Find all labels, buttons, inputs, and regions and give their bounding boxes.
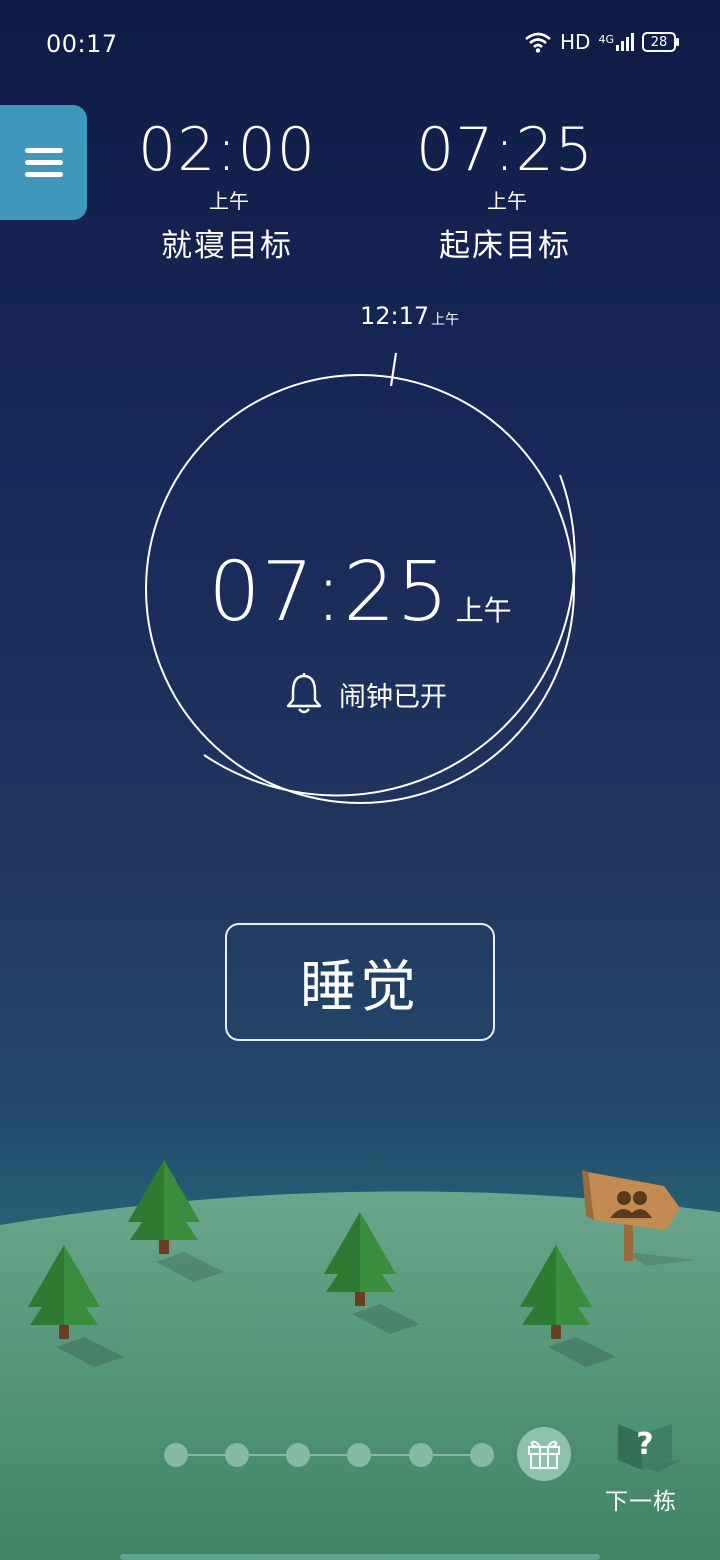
question-building-icon[interactable]: ? [608, 1410, 682, 1474]
status-icons: HD 4G 28 [524, 30, 679, 54]
gift-button[interactable] [517, 1427, 571, 1481]
alarm-time-ampm: 上午 [455, 594, 512, 627]
alarm-time[interactable]: 07:25 上午 [200, 545, 520, 640]
progress-line [174, 1454, 494, 1456]
signal-icon: 4G [598, 33, 634, 51]
battery-icon: 28 [642, 32, 679, 52]
battery-level: 28 [650, 34, 668, 50]
bedtime-goal[interactable]: 02:00 上午 就寝目标 [127, 115, 327, 265]
gift-icon [528, 1440, 560, 1469]
wake-goal[interactable]: 07:25 上午 起床目标 [405, 115, 605, 265]
menu-button[interactable] [0, 105, 87, 220]
wake-goal-time: 07:25 [416, 115, 594, 185]
bottom-panel-edge [120, 1554, 600, 1560]
sleep-button[interactable]: 睡觉 [225, 923, 495, 1041]
svg-text:?: ? [636, 1427, 653, 1462]
progress-dot [286, 1443, 310, 1467]
current-time-ampm: 上午 [431, 312, 460, 328]
alarm-status[interactable]: 闹钟已开 [285, 672, 447, 716]
signal-type: 4G [598, 33, 614, 46]
network-type: HD [560, 30, 591, 54]
current-time: 12:17 上午 [360, 302, 459, 330]
progress-dot [347, 1443, 371, 1467]
weekly-progress [160, 1425, 580, 1485]
progress-dot [409, 1443, 433, 1467]
progress-dot [225, 1443, 249, 1467]
current-time-value: 12:17 [360, 302, 430, 330]
wake-goal-ampm: 上午 [487, 189, 527, 213]
alarm-status-text: 闹钟已开 [339, 681, 447, 713]
bell-icon [286, 673, 322, 714]
bedtime-goal-ampm: 上午 [209, 189, 249, 213]
status-time: 00:17 [46, 30, 118, 58]
bedtime-goal-label: 就寝目标 [161, 228, 293, 264]
wifi-icon [525, 32, 551, 53]
next-building-label: 下一栋 [605, 1489, 677, 1515]
alarm-time-value: 07:25 [208, 545, 450, 640]
wake-goal-label: 起床目标 [439, 228, 571, 264]
current-time-tick [389, 352, 398, 387]
progress-dot [164, 1443, 188, 1467]
bedtime-goal-time: 02:00 [138, 115, 316, 185]
menu-icon [24, 141, 63, 184]
progress-dot [470, 1443, 494, 1467]
